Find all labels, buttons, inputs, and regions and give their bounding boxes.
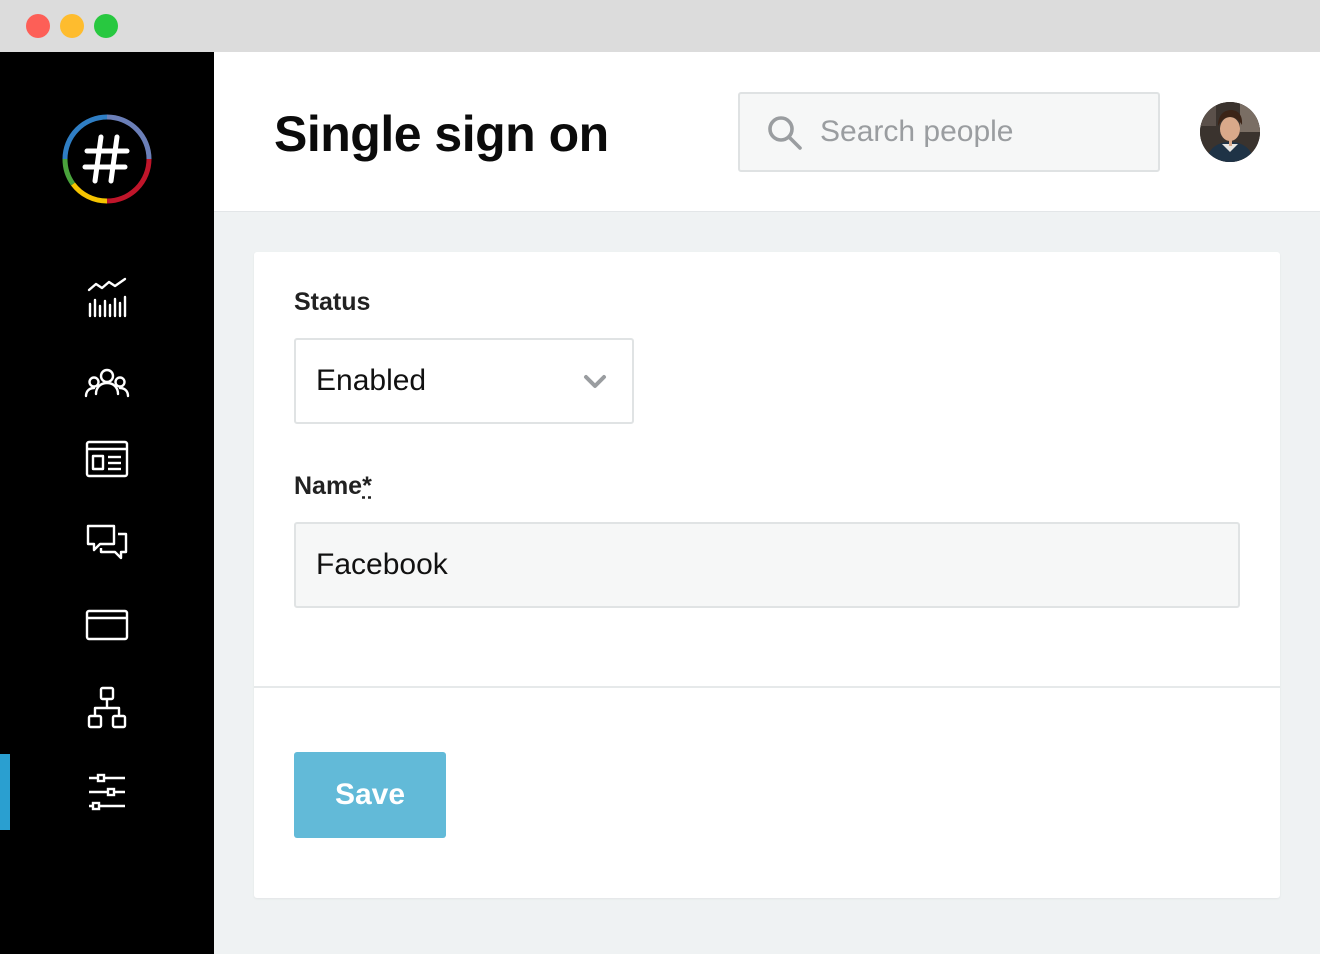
name-label: Name* <box>294 472 372 501</box>
chevron-down-icon <box>584 375 606 388</box>
minimize-window-button[interactable] <box>60 14 84 38</box>
page-header: Single sign on <box>214 52 1320 212</box>
sliders-icon <box>89 773 125 811</box>
divider <box>254 686 1280 688</box>
save-button[interactable]: Save <box>294 752 446 838</box>
required-marker: * <box>362 472 372 500</box>
avatar[interactable] <box>1200 102 1260 162</box>
sidebar-item-people[interactable] <box>0 346 214 422</box>
chat-icon <box>86 524 128 560</box>
sidebar <box>0 52 214 954</box>
close-window-button[interactable] <box>26 14 50 38</box>
user-avatar-image <box>1200 102 1260 162</box>
status-select-value: Enabled <box>316 364 427 397</box>
sidebar-item-analytics[interactable] <box>0 260 214 336</box>
sidebar-item-settings[interactable] <box>0 754 214 830</box>
org-chart-icon <box>87 686 127 729</box>
sidebar-item-org-chart[interactable] <box>0 670 214 746</box>
window-icon <box>85 609 129 641</box>
status-select[interactable]: Enabled <box>294 338 634 424</box>
newspaper-icon <box>85 440 129 478</box>
page-title: Single sign on <box>274 106 609 162</box>
name-label-text: Name <box>294 472 363 500</box>
search-icon <box>768 116 802 150</box>
search-input[interactable] <box>820 94 1140 170</box>
sidebar-item-messages[interactable] <box>0 506 214 582</box>
analytics-icon <box>87 277 127 318</box>
name-field[interactable] <box>294 522 1240 608</box>
sidebar-item-news[interactable] <box>0 422 214 498</box>
search-box[interactable] <box>738 92 1160 172</box>
window-titlebar <box>0 0 1320 52</box>
sidebar-item-window[interactable] <box>0 588 214 664</box>
people-icon <box>84 368 130 398</box>
status-label: Status <box>294 288 371 316</box>
sso-settings-card: Status Enabled Name* Save <box>254 252 1280 898</box>
hashtag-logo-icon[interactable] <box>61 113 153 205</box>
zoom-window-button[interactable] <box>94 14 118 38</box>
